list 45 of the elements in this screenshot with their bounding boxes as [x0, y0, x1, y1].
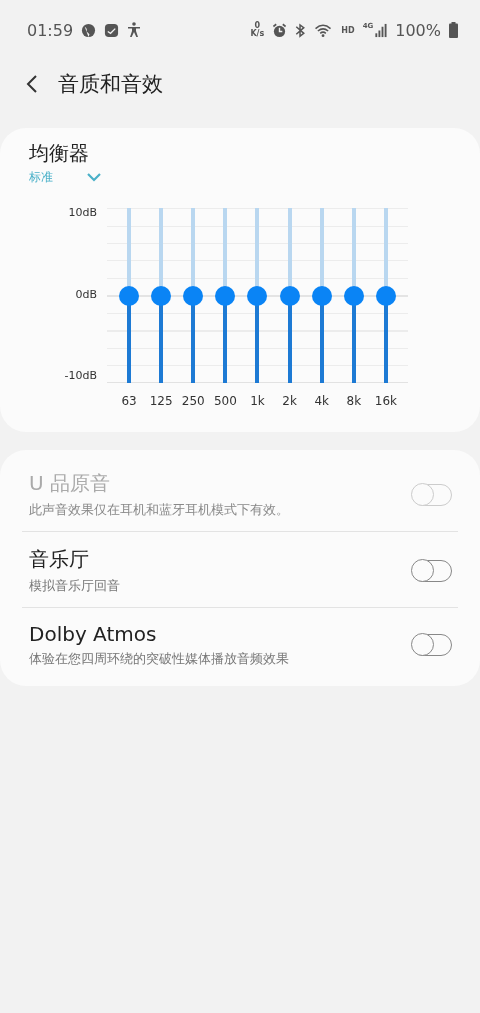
- frequency-label: 250: [181, 394, 205, 408]
- slider-thumb[interactable]: [215, 285, 236, 306]
- setting-title: 音乐厅: [29, 546, 90, 573]
- frequency-label: 8k: [346, 394, 362, 408]
- setting-description: 体验在您四周环绕的突破性媒体播放音频效果: [29, 650, 290, 668]
- wifi-icon: [314, 22, 334, 38]
- clock: 01:59: [27, 20, 74, 40]
- db-label: -10dB: [64, 370, 97, 382]
- equalizer-title: 均衡器: [29, 140, 90, 167]
- slider-thumb[interactable]: [119, 285, 140, 306]
- setting-description: 此声音效果仅在耳机和蓝牙耳机模式下有效。: [29, 501, 290, 519]
- speed-unit: K/s: [250, 30, 265, 38]
- frequency-label: 1k: [250, 394, 265, 408]
- setting-description: 模拟音乐厅回音: [29, 577, 121, 595]
- back-icon: [26, 74, 38, 94]
- preset-dropdown[interactable]: 标准: [29, 169, 53, 186]
- slider-thumb[interactable]: [311, 285, 332, 306]
- frequency-label: 500: [213, 394, 237, 408]
- chevron-down-icon[interactable]: [87, 173, 101, 182]
- frequency-label: 2k: [282, 394, 297, 408]
- bluetooth-icon: [295, 22, 307, 38]
- slider-thumb[interactable]: [343, 285, 364, 306]
- setting-title: U 品原音: [29, 470, 111, 497]
- speed-value: 0: [254, 22, 261, 30]
- signal-icon: [375, 22, 388, 38]
- slider-thumb[interactable]: [151, 285, 172, 306]
- battery-percent: 100%: [395, 20, 441, 40]
- alarm-icon: [272, 22, 288, 38]
- db-label: 10dB: [68, 207, 97, 219]
- slider-thumb[interactable]: [183, 285, 204, 306]
- slider-thumb[interactable]: [247, 285, 268, 306]
- page-title: 音质和音效: [58, 71, 163, 98]
- frequency-label: 16k: [374, 394, 398, 408]
- slider-thumb[interactable]: [375, 285, 396, 306]
- db-label: 0dB: [75, 288, 97, 301]
- app-icon: [104, 22, 120, 38]
- slider-thumb[interactable]: [279, 285, 300, 306]
- battery-icon: [449, 22, 458, 38]
- hd-label: HD: [341, 25, 355, 35]
- accessibility-icon: [127, 22, 142, 38]
- frequency-label: 4k: [314, 394, 329, 408]
- frequency-label: 63: [121, 394, 137, 408]
- frequency-label: 125: [149, 394, 173, 408]
- setting-title: Dolby Atmos: [29, 622, 158, 646]
- back-button[interactable]: [26, 74, 38, 94]
